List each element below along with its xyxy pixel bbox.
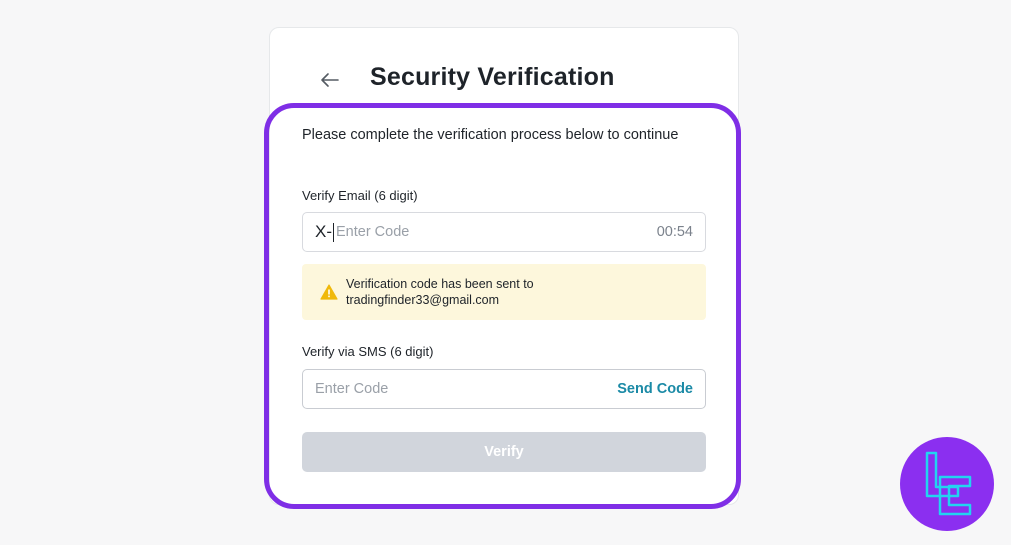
- email-label: Verify Email (6 digit): [302, 188, 418, 203]
- text-caret: [333, 222, 334, 242]
- email-placeholder: Enter Code: [336, 224, 410, 240]
- send-code-button[interactable]: Send Code: [617, 381, 693, 397]
- verify-button[interactable]: Verify: [302, 432, 706, 472]
- notice-line: Verification code has been sent to: [346, 277, 534, 291]
- notice-email: tradingfinder33@gmail.com: [346, 293, 500, 307]
- email-code-input[interactable]: X- Enter Code 00:54: [302, 212, 706, 252]
- brand-logo-icon: [900, 437, 994, 531]
- sms-placeholder: Enter Code: [315, 381, 389, 397]
- warning-icon: [320, 284, 338, 300]
- resend-timer: 00:54: [656, 224, 693, 240]
- back-arrow-icon[interactable]: [318, 68, 342, 92]
- code-sent-notice: Verification code has been sent to tradi…: [302, 264, 706, 320]
- sms-code-input[interactable]: Enter Code Send Code: [302, 369, 706, 409]
- intro-text: Please complete the verification process…: [302, 127, 679, 143]
- page-title: Security Verification: [370, 63, 615, 91]
- notice-text: Verification code has been sent to tradi…: [346, 276, 534, 308]
- sms-label: Verify via SMS (6 digit): [302, 344, 434, 359]
- email-typed-value: X-: [315, 222, 332, 241]
